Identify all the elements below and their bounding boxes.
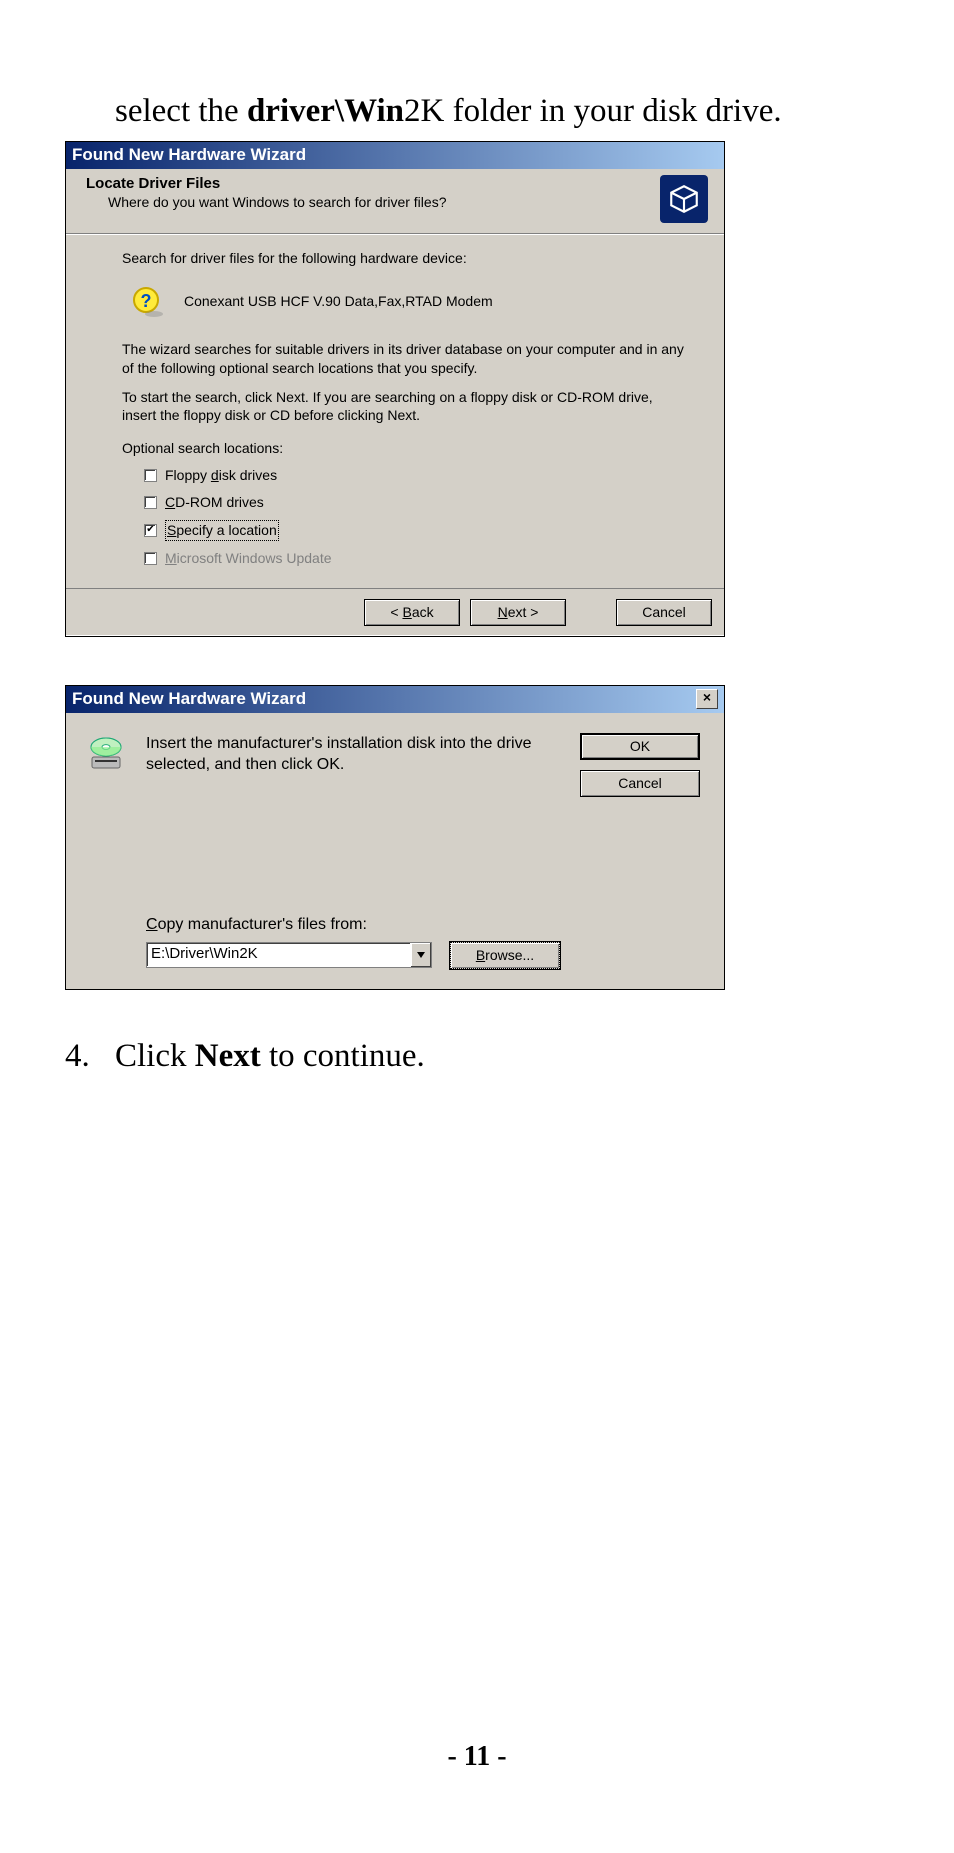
t: N xyxy=(498,604,508,620)
close-icon[interactable]: × xyxy=(696,689,718,709)
window-title: Found New Hardware Wizard xyxy=(72,689,306,709)
chk-u: M xyxy=(165,550,177,566)
ok-button[interactable]: OK xyxy=(580,733,700,760)
step-bold: Next xyxy=(195,1038,261,1074)
path-combobox[interactable]: E:\Driver\Win2K xyxy=(146,942,432,968)
question-icon: ? xyxy=(132,286,164,318)
chk-u: S xyxy=(167,522,176,538)
checkbox-specify-location[interactable]: ✔ Specify a location xyxy=(144,520,684,541)
path-input[interactable]: E:\Driver\Win2K xyxy=(147,943,410,967)
dropdown-button[interactable] xyxy=(410,943,431,967)
next-button[interactable]: Next > xyxy=(470,599,566,626)
chevron-down-icon xyxy=(417,952,425,958)
checkbox-group: Floppy disk drives CD-ROM drives ✔ Speci… xyxy=(144,466,684,568)
wizard-dialog-2: Found New Hardware Wizard × Insert the m… xyxy=(65,685,725,990)
chk-rest: isk drives xyxy=(219,467,277,483)
browse-button[interactable]: Browse... xyxy=(450,942,560,969)
step-number: 4. xyxy=(65,1038,115,1075)
checkbox-icon[interactable] xyxy=(144,496,157,509)
dialog-header-title: Locate Driver Files xyxy=(86,175,446,192)
instruction-text: select the driver\Win2K folder in your d… xyxy=(115,90,839,133)
cancel-button[interactable]: Cancel xyxy=(616,599,712,626)
step-4: 4. Click Next to continue. xyxy=(65,1038,839,1075)
step-rest: to continue. xyxy=(261,1038,425,1074)
wizard-para-2: To start the search, click Next. If you … xyxy=(122,388,684,426)
chk-rest: icrosoft Windows Update xyxy=(177,550,332,566)
page-number: - 11 - xyxy=(0,1741,954,1773)
search-prompt: Search for driver files for the followin… xyxy=(122,249,684,268)
instr-rest: 2K folder in your disk drive. xyxy=(404,93,782,129)
insert-disk-text: Insert the manufacturer's installation d… xyxy=(146,733,560,776)
t: C xyxy=(146,916,158,933)
chk-u: d xyxy=(211,467,219,483)
wizard-dialog-1: Found New Hardware Wizard Locate Driver … xyxy=(65,141,725,637)
window-title: Found New Hardware Wizard xyxy=(72,145,306,165)
checkbox-icon[interactable]: ✔ xyxy=(144,524,157,537)
chk-rest: D-ROM drives xyxy=(175,494,264,510)
device-name: Conexant USB HCF V.90 Data,Fax,RTAD Mode… xyxy=(184,292,493,311)
checkbox-cdrom[interactable]: CD-ROM drives xyxy=(144,493,684,512)
wizard-icon xyxy=(660,175,708,223)
chk-rest: pecify a location xyxy=(176,522,276,538)
t: opy manufacturer's files from: xyxy=(158,916,367,933)
wizard-para-1: The wizard searches for suitable drivers… xyxy=(122,340,684,378)
chk-u: C xyxy=(165,494,175,510)
instr-bold: driver\Win xyxy=(247,93,404,129)
t: ext > xyxy=(508,604,539,620)
svg-text:?: ? xyxy=(141,291,152,311)
checkbox-icon[interactable] xyxy=(144,469,157,482)
step-pre: Click xyxy=(115,1038,195,1074)
checkbox-windows-update: Microsoft Windows Update xyxy=(144,549,684,568)
t: < xyxy=(390,604,402,620)
back-button[interactable]: < Back xyxy=(364,599,460,626)
cancel-button[interactable]: Cancel xyxy=(580,770,700,797)
optional-locations-label: Optional search locations: xyxy=(122,439,684,458)
t: rowse... xyxy=(485,947,534,963)
t: B xyxy=(402,604,411,620)
titlebar[interactable]: Found New Hardware Wizard × xyxy=(66,686,724,713)
chk-pre: Floppy xyxy=(165,467,211,483)
install-disk-icon xyxy=(86,733,126,773)
checkbox-floppy[interactable]: Floppy disk drives xyxy=(144,466,684,485)
t: B xyxy=(476,947,485,963)
copy-from-label: Copy manufacturer's files from: xyxy=(146,916,560,934)
t: ack xyxy=(412,604,434,620)
dialog-header-sub: Where do you want Windows to search for … xyxy=(86,192,446,210)
checkbox-icon xyxy=(144,552,157,565)
titlebar[interactable]: Found New Hardware Wizard xyxy=(66,142,724,169)
instr-prefix: select the xyxy=(115,93,247,129)
